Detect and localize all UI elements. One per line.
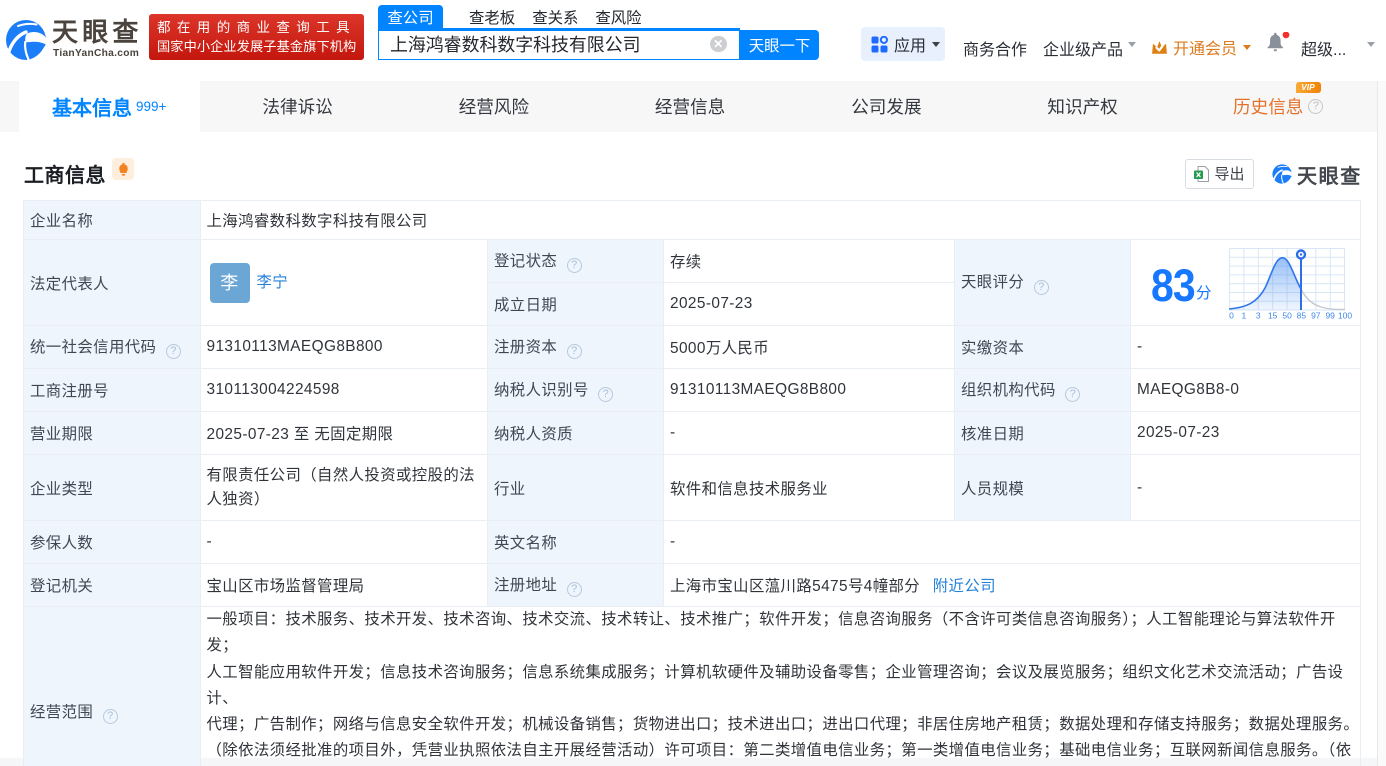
svg-text:97: 97 xyxy=(1311,311,1321,321)
svg-text:15: 15 xyxy=(1268,311,1278,321)
svg-text:100: 100 xyxy=(1338,311,1352,321)
svg-text:50: 50 xyxy=(1282,311,1292,321)
svg-text:0: 0 xyxy=(1229,311,1234,321)
svg-text:99: 99 xyxy=(1325,311,1335,321)
svg-text:85: 85 xyxy=(1297,311,1307,321)
svg-text:1: 1 xyxy=(1242,311,1247,321)
svg-text:3: 3 xyxy=(1256,311,1261,321)
